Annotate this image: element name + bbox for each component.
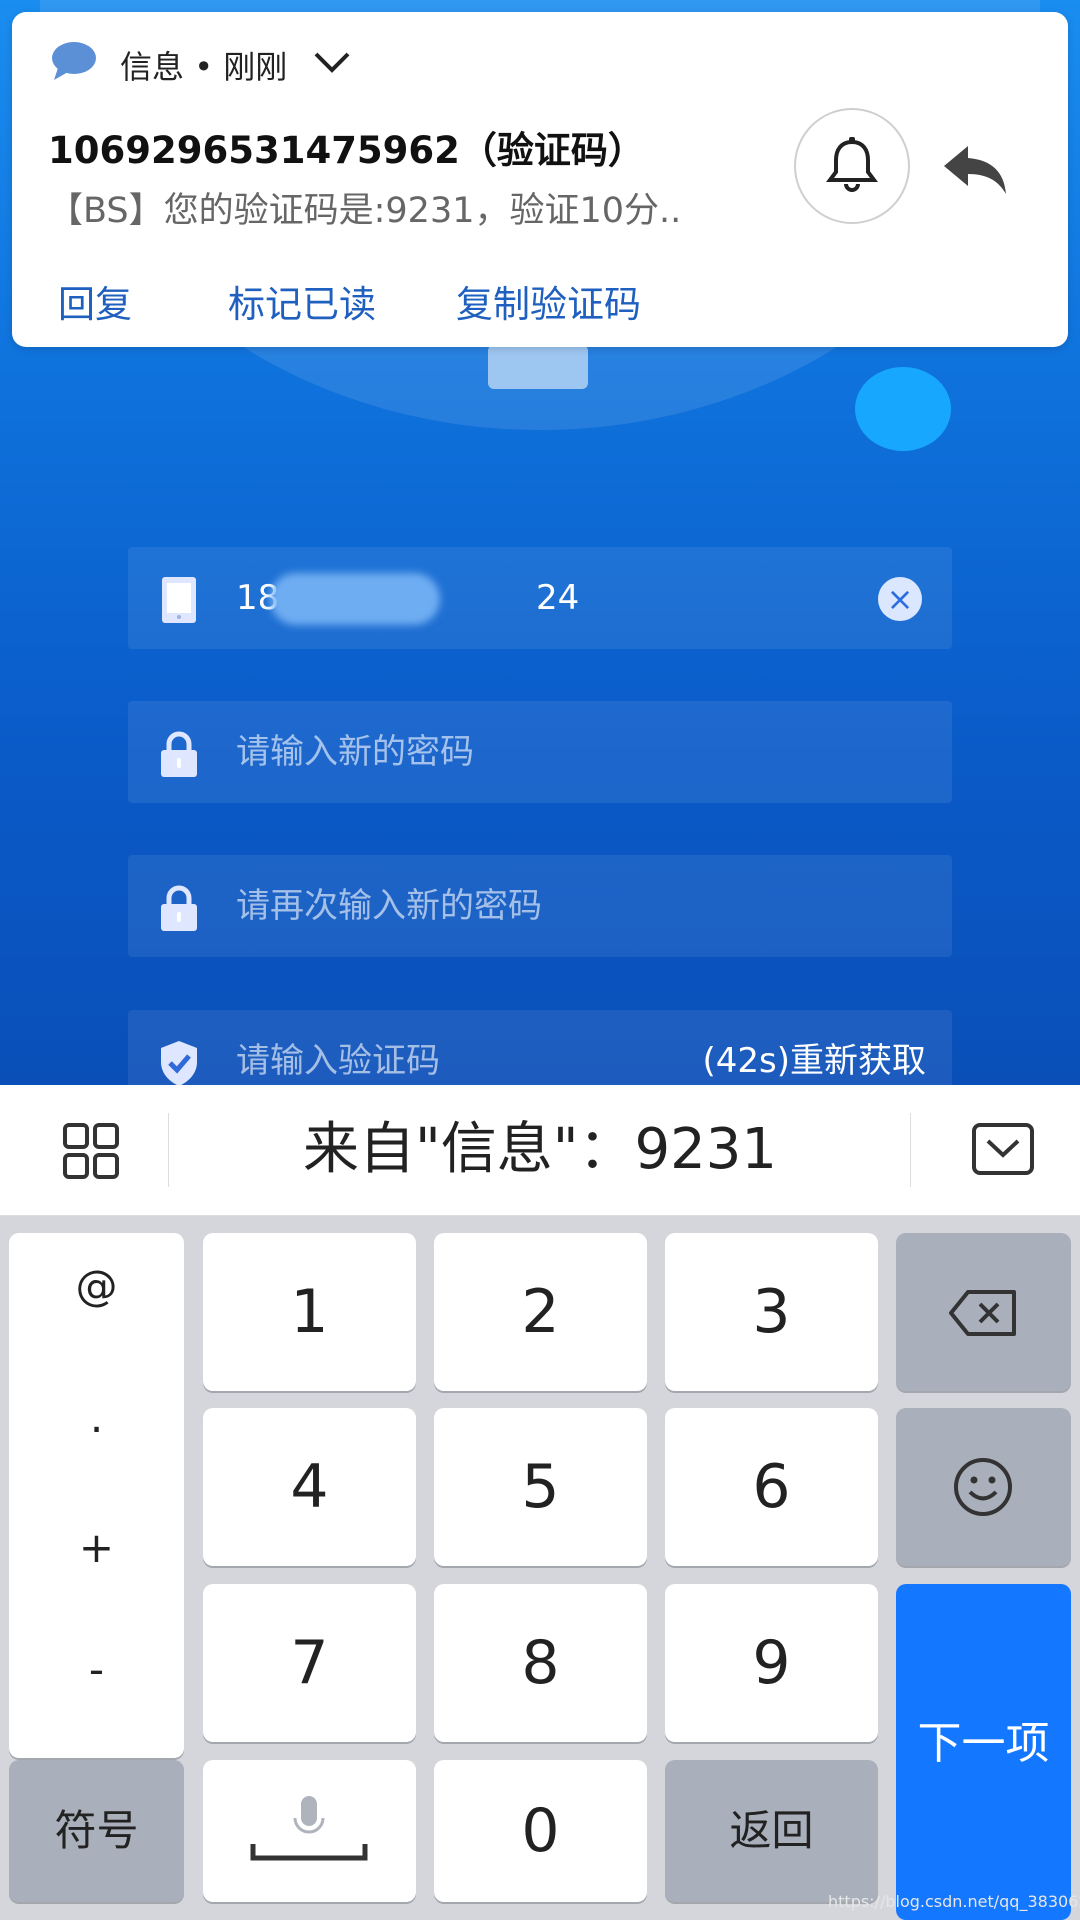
key-7[interactable]: 7 bbox=[203, 1584, 416, 1742]
autofill-suggestion[interactable]: 来自"信息"：9231 bbox=[170, 1085, 910, 1215]
key-3-label: 3 bbox=[752, 1277, 791, 1347]
microphone-icon bbox=[250, 1796, 368, 1861]
verification-code-placeholder: 请输入验证码 bbox=[236, 1041, 440, 1081]
key-8[interactable]: 8 bbox=[434, 1584, 647, 1742]
clear-icon[interactable]: × bbox=[878, 577, 922, 621]
app-logo bbox=[488, 345, 588, 389]
mark-read-action[interactable]: 标记已读 bbox=[228, 274, 376, 328]
notification-sender: 1069296531475962（验证码） bbox=[48, 129, 645, 172]
chevron-down-icon[interactable] bbox=[312, 50, 352, 76]
next-field-key[interactable]: 下一项 bbox=[896, 1584, 1071, 1920]
key-6-label: 6 bbox=[752, 1452, 791, 1522]
key-4-label: 4 bbox=[290, 1452, 329, 1522]
key-8-label: 8 bbox=[521, 1628, 560, 1698]
reply-icon[interactable] bbox=[942, 142, 1008, 198]
key-1[interactable]: 1 bbox=[203, 1233, 416, 1391]
copy-code-action[interactable]: 复制验证码 bbox=[456, 274, 641, 328]
hide-keyboard-icon[interactable] bbox=[972, 1123, 1034, 1175]
key-3[interactable]: 3 bbox=[665, 1233, 878, 1391]
key-2-label: 2 bbox=[521, 1277, 560, 1347]
confirm-password-placeholder: 请再次输入新的密码 bbox=[236, 886, 542, 926]
new-password-placeholder: 请输入新的密码 bbox=[236, 732, 474, 772]
watermark: https://blog.csdn.net/qq_38306233 bbox=[828, 1892, 1080, 1911]
grid-menu-icon[interactable] bbox=[62, 1122, 120, 1180]
key-9[interactable]: 9 bbox=[665, 1584, 878, 1742]
bell-button[interactable] bbox=[794, 108, 910, 224]
key-6[interactable]: 6 bbox=[665, 1408, 878, 1566]
confirm-password-field[interactable]: 请再次输入新的密码 bbox=[128, 855, 952, 957]
bell-icon bbox=[826, 137, 878, 192]
lock-icon bbox=[161, 885, 197, 931]
key-0[interactable]: 0 bbox=[434, 1760, 647, 1902]
key-4[interactable]: 4 bbox=[203, 1408, 416, 1566]
key-2[interactable]: 2 bbox=[434, 1233, 647, 1391]
divider bbox=[168, 1113, 169, 1187]
symbols-column-key[interactable]: @ . + - bbox=[9, 1233, 184, 1758]
notification-header: 信息 • 刚刚 bbox=[120, 42, 287, 88]
divider bbox=[910, 1113, 911, 1187]
messages-app-icon bbox=[52, 42, 96, 80]
key-7-label: 7 bbox=[290, 1628, 329, 1698]
notification-app-name: 信息 bbox=[120, 48, 185, 86]
key-1-label: 1 bbox=[290, 1277, 329, 1347]
reply-action[interactable]: 回复 bbox=[58, 274, 132, 328]
backspace-key[interactable] bbox=[896, 1233, 1071, 1391]
symbol-plus[interactable]: + bbox=[9, 1523, 184, 1572]
phone-field[interactable]: 18 24 bbox=[128, 547, 952, 649]
lock-icon bbox=[161, 731, 197, 777]
back-key[interactable]: 返回 bbox=[665, 1760, 878, 1902]
symbol-minus[interactable]: - bbox=[9, 1645, 184, 1694]
key-5-label: 5 bbox=[521, 1452, 560, 1522]
shield-check-icon bbox=[161, 1041, 197, 1085]
sms-notification[interactable]: 信息 • 刚刚 1069296531475962（验证码） 【BS】您的验证码是… bbox=[12, 12, 1068, 347]
phone-icon bbox=[162, 577, 196, 623]
notification-separator: • bbox=[184, 48, 224, 86]
background-bubble bbox=[855, 367, 951, 451]
symbols-key[interactable]: 符号 bbox=[9, 1760, 184, 1902]
redacted-phone-digits bbox=[270, 573, 440, 625]
phone-value-end: 24 bbox=[536, 578, 580, 618]
verification-code-field[interactable]: 请输入验证码 (42s)重新获取 bbox=[128, 1010, 952, 1085]
space-voice-key[interactable] bbox=[203, 1760, 416, 1902]
notification-body: 【BS】您的验证码是:9231，验证10分.. bbox=[48, 191, 682, 231]
emoji-key[interactable] bbox=[896, 1408, 1071, 1566]
backspace-icon bbox=[949, 1290, 1016, 1336]
resend-code-button[interactable]: (42s)重新获取 bbox=[702, 1010, 926, 1085]
symbol-at[interactable]: @ bbox=[9, 1261, 184, 1310]
new-password-field[interactable]: 请输入新的密码 bbox=[128, 701, 952, 803]
key-9-label: 9 bbox=[752, 1628, 791, 1698]
notification-time: 刚刚 bbox=[223, 48, 288, 86]
key-0-label: 0 bbox=[521, 1796, 560, 1866]
symbol-dot[interactable]: . bbox=[9, 1393, 184, 1442]
numeric-keyboard: @ . + - 1 2 3 4 5 6 7 8 9 下一项 符号 0 返回 bbox=[0, 1216, 1080, 1920]
keyboard-suggestion-bar: 来自"信息"：9231 bbox=[0, 1085, 1080, 1216]
smiley-icon bbox=[954, 1458, 1012, 1516]
key-5[interactable]: 5 bbox=[434, 1408, 647, 1566]
